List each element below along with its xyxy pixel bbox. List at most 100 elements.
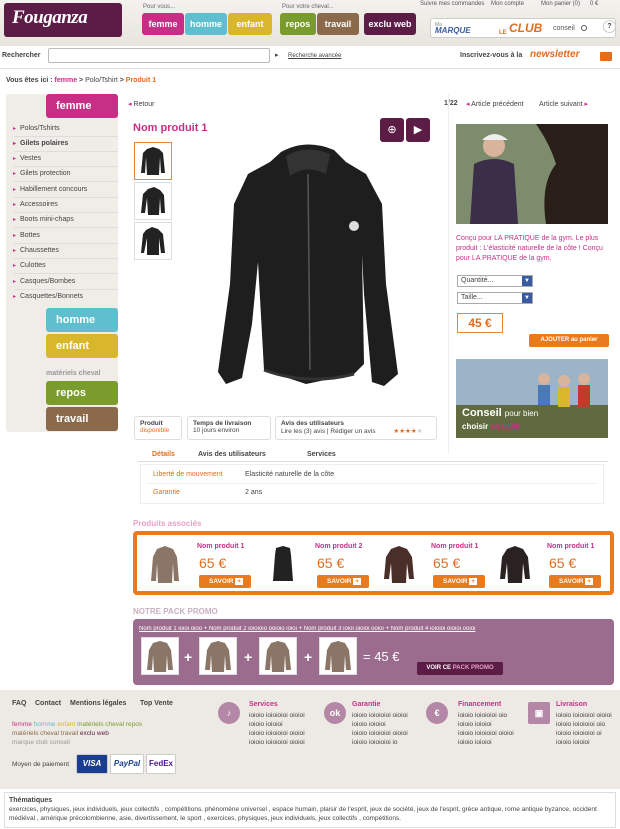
sidebar-item[interactable]: Casques/Bombes: [13, 275, 118, 290]
size-advice-banner[interactable]: Conseil pour bien choisir sa taille: [456, 359, 608, 438]
footer-block-title[interactable]: Services: [249, 701, 278, 708]
associated-item[interactable]: Nom produit 1 65 € SAVOIR +: [141, 539, 257, 593]
back-link[interactable]: ◂ Retour: [128, 100, 154, 108]
next-article-link[interactable]: Article suivant ▸: [539, 100, 588, 108]
tab-details[interactable]: Détails: [152, 451, 175, 458]
footer-cat[interactable]: matériels cheval travail: [12, 730, 78, 737]
breadcrumb-femme[interactable]: femme: [55, 77, 78, 84]
sidebar-tab-enfant[interactable]: enfant: [46, 334, 118, 358]
savoir-button[interactable]: SAVOIR +: [317, 575, 369, 588]
product-thumbnail[interactable]: [134, 142, 172, 180]
sidebar-item[interactable]: Culottes: [13, 259, 118, 274]
nav-femme[interactable]: femme: [142, 13, 184, 35]
footer-block-line: ioioio ioioioioi oioioi: [458, 730, 514, 737]
associated-price: 65 €: [433, 555, 461, 571]
sidebar-item[interactable]: Chaussettes: [13, 244, 118, 259]
read-reviews-link[interactable]: Lire les (3) avis: [281, 428, 325, 435]
footer-cat[interactable]: femme: [12, 721, 32, 728]
prev-article-link[interactable]: ◂ Article précédent: [466, 100, 524, 108]
breadcrumb-sep: >: [79, 77, 84, 84]
sidebar-tab-repos[interactable]: repos: [46, 381, 118, 405]
quantity-value: Quantité...: [461, 277, 494, 284]
footer-cat[interactable]: marque: [12, 739, 34, 746]
pack-item-image: [141, 637, 179, 675]
footer-link-top[interactable]: Top Vente: [140, 700, 173, 707]
associated-item[interactable]: Nom produit 1 65 € SAVOIR +: [375, 539, 491, 593]
cart-link[interactable]: Mon panier (0): [541, 1, 580, 7]
add-to-cart-button[interactable]: AJOUTER au panier: [529, 334, 609, 347]
tab-services[interactable]: Services: [307, 451, 336, 458]
footer-cat[interactable]: conseil: [50, 739, 70, 746]
quantity-select[interactable]: Quantité... ▼: [457, 275, 533, 287]
club-banner[interactable]: Ma MARQUE LE CLUB conseil: [430, 18, 616, 38]
account-link[interactable]: Mon compte: [491, 1, 524, 7]
sidebar-item[interactable]: Bottes: [13, 229, 118, 244]
sidebar-item[interactable]: Casquettes/Bonnets: [13, 290, 118, 305]
associated-item[interactable]: Nom produit 2 65 € SAVOIR +: [259, 539, 375, 593]
footer-cat[interactable]: matériels cheval repos: [77, 721, 142, 728]
product-image: [145, 543, 185, 587]
delivery-title: Temps de livraison: [193, 420, 252, 427]
savoir-button[interactable]: SAVOIR +: [433, 575, 485, 588]
availability-box: Produit disponible: [134, 416, 182, 440]
footer-cat[interactable]: enfant: [57, 721, 75, 728]
nav-homme[interactable]: homme: [185, 13, 227, 35]
footer-block-text: ioioio ioioioioi oioioi ioioio ioioioi ioi…: [249, 711, 319, 747]
breadcrumb-current: Produit 1: [125, 77, 157, 84]
pour-vous-label: Pour vous...: [143, 4, 176, 10]
footer-link-contact[interactable]: Contact: [35, 700, 61, 707]
write-review-link[interactable]: Rédiger un avis: [330, 428, 375, 435]
detail-label: Liberté de mouvement: [153, 471, 223, 478]
associated-item[interactable]: Nom produit 1 65 € SAVOIR +: [491, 539, 607, 593]
savoir-button[interactable]: SAVOIR +: [199, 575, 251, 588]
size-select[interactable]: Taille... ▼: [457, 292, 533, 304]
advice-line1: pour bien: [504, 409, 539, 418]
footer-link-legal[interactable]: Mentions légales: [70, 700, 126, 707]
product-thumbnail[interactable]: [134, 222, 172, 260]
footer-block-text: ioioio ioioioioi oio ioioio ioioioi ioioio…: [458, 711, 528, 747]
footer-block-title[interactable]: Livraison: [556, 701, 587, 708]
nav-enfant[interactable]: enfant: [228, 13, 272, 35]
sidebar-item[interactable]: Habillement concours: [13, 183, 118, 198]
advice-line3: sa taille: [490, 422, 520, 431]
footer-block-line: ioioio ioioioi: [352, 721, 386, 728]
footer-block-title[interactable]: Financement: [458, 701, 501, 708]
nav-exclu-web[interactable]: exclu web: [364, 13, 416, 35]
site-header: Fouganza Pour vous... Pour votre cheval.…: [0, 0, 620, 46]
product-tabs: Détails Avis des utilisateurs Services: [138, 448, 608, 462]
footer-block-text: ioioio ioioioioi oioioi ioioio ioioioi ioi…: [352, 711, 422, 747]
pack-promo: Nom produit 1 ioioi oioo + Nom produit 2…: [133, 619, 614, 685]
nav-repos[interactable]: repos: [280, 13, 316, 35]
track-orders-link[interactable]: Suivre mes commandes: [420, 1, 484, 7]
sidebar-tab-travail[interactable]: travail: [46, 407, 118, 431]
footer-cat[interactable]: exclu web: [80, 730, 109, 737]
sidebar-item[interactable]: Vestes: [13, 152, 118, 167]
site-logo[interactable]: Fouganza: [4, 3, 122, 37]
pack-cta-2: PACK PROMO: [452, 665, 494, 671]
nav-travail[interactable]: travail: [317, 13, 359, 35]
footer-link-faq[interactable]: FAQ: [12, 700, 26, 707]
sidebar-tab-homme[interactable]: homme: [46, 308, 118, 332]
sidebar-item[interactable]: Boots mini-chaps: [13, 213, 118, 228]
help-icon[interactable]: ?: [603, 20, 616, 33]
sidebar-item[interactable]: Polos/Tshirts: [13, 122, 118, 137]
sidebar-item[interactable]: Gilets protection: [13, 167, 118, 182]
pack-item-image: [259, 637, 297, 675]
footer-cat[interactable]: homme: [34, 721, 56, 728]
pack-promo-button[interactable]: VOIR CE PACK PROMO: [417, 662, 503, 675]
footer-cat[interactable]: club: [36, 739, 48, 746]
footer-block-title[interactable]: Garantie: [352, 701, 380, 708]
tab-reviews[interactable]: Avis des utilisateurs: [198, 451, 266, 458]
newsletter-link[interactable]: newsletter: [530, 49, 579, 60]
search-go-icon[interactable]: ▸: [275, 51, 279, 59]
search-input[interactable]: [48, 48, 270, 63]
savoir-button[interactable]: SAVOIR +: [549, 575, 601, 588]
advanced-search-link[interactable]: Recherche avancée: [288, 53, 341, 59]
product-thumbnail[interactable]: [134, 182, 172, 220]
associated-name: Nom produit 1: [197, 543, 245, 550]
sidebar-item[interactable]: Accessoires: [13, 198, 118, 213]
sidebar-item[interactable]: Gilets polaires: [13, 137, 118, 152]
sidebar-tab-femme[interactable]: femme: [46, 94, 118, 118]
pack-line[interactable]: Nom produit 1 ioioi oioo + Nom produit 2…: [139, 626, 609, 632]
breadcrumb-section[interactable]: Polo/Tshirt: [85, 77, 118, 84]
